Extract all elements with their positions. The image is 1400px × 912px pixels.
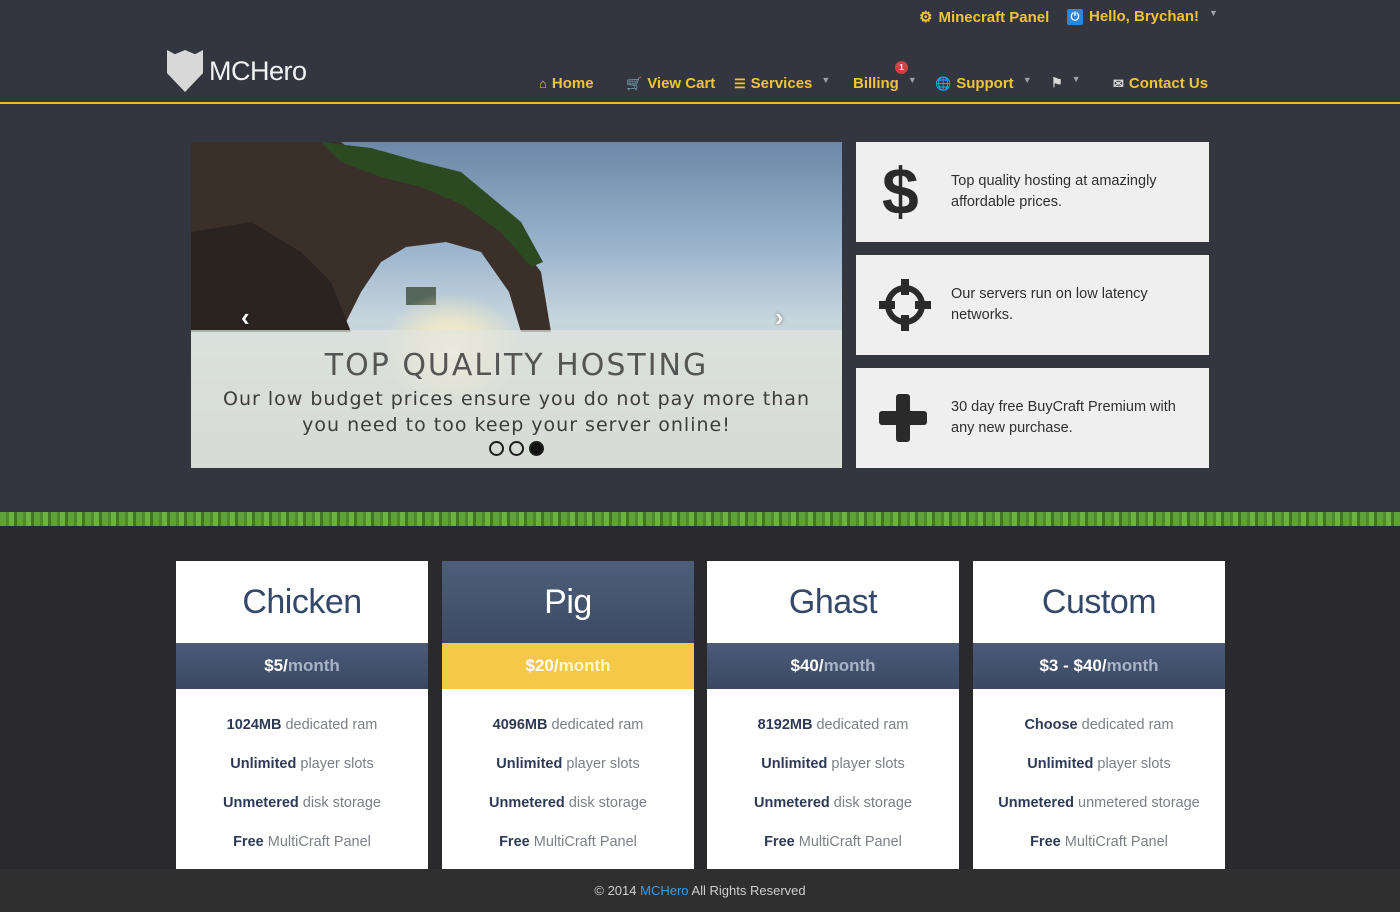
feature-card-pricing: $ Top quality hosting at amazingly affor… bbox=[856, 142, 1209, 242]
nav-contact-us[interactable]: ✉ Contact Us bbox=[1113, 75, 1208, 92]
site-footer: © 2014 MCHero All Rights Reserved bbox=[0, 869, 1400, 912]
nav-language[interactable]: ⚑ ▼ bbox=[1051, 74, 1081, 91]
feature-card-latency: Our servers run on low latency networks. bbox=[856, 255, 1209, 355]
nav-services-label: Services bbox=[750, 75, 813, 92]
main-nav: ⌂ Home 🛒 View Cart ☰ Services ▼ Billing … bbox=[0, 61, 1400, 101]
carousel-dot-3[interactable] bbox=[529, 441, 544, 456]
plan-feature: Choose dedicated ram bbox=[1024, 717, 1174, 733]
plan-feature: Free MultiCraft Panel bbox=[764, 834, 902, 850]
power-icon: ⏻ bbox=[1067, 8, 1083, 25]
plan-feature: Unlimited player slots bbox=[1027, 756, 1171, 772]
carousel-dot-2[interactable] bbox=[509, 441, 524, 456]
crosshair-icon bbox=[879, 279, 931, 331]
plan-card-custom: Custom $3 - $40/month Choose dedicated r… bbox=[973, 561, 1225, 869]
svg-text:$: $ bbox=[882, 160, 919, 224]
image-carousel: TOP QUALITY HOSTING Our low budget price… bbox=[191, 142, 842, 468]
plan-name: Pig bbox=[442, 561, 694, 643]
dollar-icon: $ bbox=[882, 160, 919, 224]
plan-price-amount: $3 - $40/ bbox=[1039, 656, 1107, 675]
plan-price-period: month bbox=[1106, 656, 1159, 675]
footer-copyright: © 2014 bbox=[594, 883, 637, 898]
plan-price-period: month bbox=[558, 656, 611, 675]
feature-text-buycraft: 30 day free BuyCraft Premium with any ne… bbox=[951, 399, 1176, 436]
flag-icon: ⚑ bbox=[1051, 75, 1063, 90]
plan-name: Custom bbox=[1041, 583, 1157, 621]
plan-feature: Free MultiCraft Panel bbox=[1030, 834, 1168, 850]
plan-feature: Unlimited player slots bbox=[230, 756, 374, 772]
plan-feature: Unlimited player slots bbox=[496, 756, 640, 772]
plan-price: $3 - $40/month bbox=[973, 643, 1225, 689]
plan-feature: Free MultiCraft Panel bbox=[499, 834, 637, 850]
plan-price-amount: $5/ bbox=[264, 656, 288, 675]
dashboard-icon: ⚙ bbox=[919, 9, 933, 26]
minecraft-panel-link[interactable]: ⚙ Minecraft Panel bbox=[919, 8, 1050, 27]
nav-view-cart-label: View Cart bbox=[647, 75, 716, 92]
plan-feature: Unmetered disk storage bbox=[754, 795, 912, 811]
plan-feature: Unmetered unmetered storage bbox=[998, 795, 1200, 811]
home-icon: ⌂ bbox=[539, 76, 547, 91]
cart-icon: 🛒 bbox=[626, 75, 643, 91]
plan-feature: Unmetered disk storage bbox=[489, 795, 647, 811]
nav-view-cart[interactable]: 🛒 View Cart bbox=[626, 75, 715, 92]
nav-support[interactable]: 🌐 Support ▼ bbox=[935, 74, 1032, 93]
chevron-down-icon: ▼ bbox=[907, 74, 917, 85]
footer-brand-link[interactable]: MCHero bbox=[640, 883, 688, 898]
plan-feature: Free MultiCraft Panel bbox=[233, 834, 371, 850]
plan-features: Choose dedicated ram Unlimited player sl… bbox=[973, 689, 1225, 873]
plan-features: 1024MB dedicated ram Unlimited player sl… bbox=[176, 689, 428, 873]
chevron-down-icon: ▼ bbox=[1071, 74, 1081, 84]
carousel-indicators bbox=[489, 441, 544, 456]
carousel-title: TOP QUALITY HOSTING bbox=[324, 348, 709, 383]
list-icon: ☰ bbox=[734, 75, 746, 91]
nav-support-label: Support bbox=[956, 75, 1014, 92]
plan-price: $5/month bbox=[176, 643, 428, 689]
plan-card-chicken: Chicken $5/month 1024MB dedicated ram Un… bbox=[176, 561, 428, 869]
nav-home[interactable]: ⌂ Home bbox=[539, 75, 594, 92]
carousel-next-button[interactable]: › bbox=[775, 302, 784, 333]
carousel-dot-1[interactable] bbox=[489, 441, 504, 456]
plan-features: 4096MB dedicated ram Unlimited player sl… bbox=[442, 689, 694, 873]
plan-feature: 4096MB dedicated ram bbox=[492, 717, 644, 733]
plan-feature: Unlimited player slots bbox=[761, 756, 905, 772]
feature-text-pricing: Top quality hosting at amazingly afforda… bbox=[951, 173, 1157, 210]
chevron-down-icon: ▼ bbox=[821, 74, 831, 85]
user-greeting: Hello, Brychan! bbox=[1089, 8, 1200, 25]
feature-text-latency: Our servers run on low latency networks. bbox=[951, 286, 1148, 323]
plan-features: 8192MB dedicated ram Unlimited player sl… bbox=[707, 689, 959, 873]
plan-price: $20/month bbox=[442, 643, 694, 689]
plan-card-pig: Pig $20/month 4096MB dedicated ram Unlim… bbox=[442, 561, 694, 869]
plan-feature: 1024MB dedicated ram bbox=[226, 717, 378, 733]
plan-feature: Unmetered disk storage bbox=[223, 795, 381, 811]
footer-rights: All Rights Reserved bbox=[691, 883, 806, 898]
nav-billing-label: Billing bbox=[853, 75, 899, 92]
hero-section: TOP QUALITY HOSTING Our low budget price… bbox=[0, 104, 1400, 514]
plus-icon bbox=[879, 394, 927, 442]
envelope-icon: ✉ bbox=[1113, 75, 1124, 91]
billing-badge: 1 bbox=[895, 61, 908, 74]
carousel-text: Our low budget prices ensure you do not … bbox=[222, 388, 810, 436]
nav-contact-us-label: Contact Us bbox=[1128, 75, 1209, 92]
plan-price: $40/month bbox=[707, 643, 959, 689]
chevron-down-icon: ▼ bbox=[1022, 74, 1032, 85]
plan-price-period: month bbox=[287, 656, 340, 675]
minecraft-panel-label: Minecraft Panel bbox=[938, 8, 1050, 26]
feature-card-buycraft: 30 day free BuyCraft Premium with any ne… bbox=[856, 368, 1209, 468]
nav-billing[interactable]: Billing 1 ▼ bbox=[853, 61, 917, 92]
nav-services[interactable]: ☰ Services ▼ bbox=[734, 74, 831, 93]
plan-price-amount: $40/ bbox=[790, 656, 824, 675]
plan-card-ghast: Ghast $40/month 8192MB dedicated ram Unl… bbox=[707, 561, 959, 869]
plan-feature: 8192MB dedicated ram bbox=[757, 717, 909, 733]
nav-home-label: Home bbox=[551, 75, 594, 92]
plan-price-period: month bbox=[823, 656, 876, 675]
chevron-down-icon: ▼ bbox=[1209, 7, 1218, 18]
plan-price-amount: $20/ bbox=[525, 656, 559, 675]
grass-divider bbox=[0, 512, 1400, 526]
site-header: ⚙ Minecraft Panel ⏻ Hello, Brychan! ▼ MC… bbox=[0, 0, 1400, 104]
plan-name: Chicken bbox=[242, 583, 362, 621]
top-bar: ⚙ Minecraft Panel ⏻ Hello, Brychan! ▼ bbox=[0, 8, 1400, 30]
user-menu[interactable]: ⏻ Hello, Brychan! ▼ bbox=[1067, 8, 1218, 25]
globe-icon: 🌐 bbox=[935, 75, 952, 91]
carousel-prev-button[interactable]: ‹ bbox=[241, 302, 250, 333]
plan-name: Ghast bbox=[788, 583, 878, 621]
